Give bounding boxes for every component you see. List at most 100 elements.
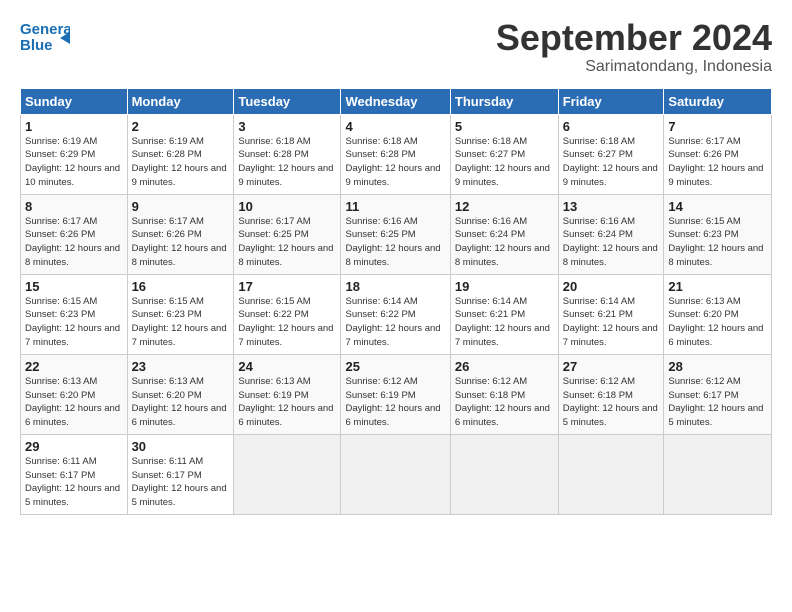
day-number: 4 xyxy=(345,119,445,134)
logo: General Blue xyxy=(20,18,70,60)
day-number: 11 xyxy=(345,199,445,214)
table-row: 30 Sunrise: 6:11 AMSunset: 6:17 PMDaylig… xyxy=(127,434,234,514)
day-info: Sunrise: 6:12 AMSunset: 6:19 PMDaylight:… xyxy=(345,376,440,428)
table-row: 22 Sunrise: 6:13 AMSunset: 6:20 PMDaylig… xyxy=(21,354,128,434)
day-info: Sunrise: 6:13 AMSunset: 6:20 PMDaylight:… xyxy=(25,376,120,428)
day-info: Sunrise: 6:12 AMSunset: 6:18 PMDaylight:… xyxy=(563,376,658,428)
day-info: Sunrise: 6:19 AMSunset: 6:29 PMDaylight:… xyxy=(25,136,120,188)
location-title: Sarimatondang, Indonesia xyxy=(496,58,772,76)
day-info: Sunrise: 6:18 AMSunset: 6:27 PMDaylight:… xyxy=(455,136,550,188)
calendar-row: 1 Sunrise: 6:19 AMSunset: 6:29 PMDayligh… xyxy=(21,114,772,194)
col-wednesday: Wednesday xyxy=(341,88,450,114)
table-row: 13 Sunrise: 6:16 AMSunset: 6:24 PMDaylig… xyxy=(558,194,664,274)
day-number: 13 xyxy=(563,199,660,214)
day-number: 20 xyxy=(563,279,660,294)
table-row: 3 Sunrise: 6:18 AMSunset: 6:28 PMDayligh… xyxy=(234,114,341,194)
day-info: Sunrise: 6:15 AMSunset: 6:23 PMDaylight:… xyxy=(668,216,763,268)
col-monday: Monday xyxy=(127,88,234,114)
table-row: 6 Sunrise: 6:18 AMSunset: 6:27 PMDayligh… xyxy=(558,114,664,194)
header: General Blue September 2024 Sarimatondan… xyxy=(20,18,772,76)
table-row: 26 Sunrise: 6:12 AMSunset: 6:18 PMDaylig… xyxy=(450,354,558,434)
table-row: 21 Sunrise: 6:13 AMSunset: 6:20 PMDaylig… xyxy=(664,274,772,354)
day-number: 10 xyxy=(238,199,336,214)
table-row: 25 Sunrise: 6:12 AMSunset: 6:19 PMDaylig… xyxy=(341,354,450,434)
table-row: 5 Sunrise: 6:18 AMSunset: 6:27 PMDayligh… xyxy=(450,114,558,194)
table-row: 10 Sunrise: 6:17 AMSunset: 6:25 PMDaylig… xyxy=(234,194,341,274)
day-number: 25 xyxy=(345,359,445,374)
table-row xyxy=(664,434,772,514)
table-row: 20 Sunrise: 6:14 AMSunset: 6:21 PMDaylig… xyxy=(558,274,664,354)
table-row xyxy=(558,434,664,514)
day-number: 19 xyxy=(455,279,554,294)
calendar-table: Sunday Monday Tuesday Wednesday Thursday… xyxy=(20,88,772,515)
svg-text:Blue: Blue xyxy=(20,37,53,54)
calendar-row: 22 Sunrise: 6:13 AMSunset: 6:20 PMDaylig… xyxy=(21,354,772,434)
day-info: Sunrise: 6:12 AMSunset: 6:18 PMDaylight:… xyxy=(455,376,550,428)
day-info: Sunrise: 6:15 AMSunset: 6:23 PMDaylight:… xyxy=(25,296,120,348)
col-tuesday: Tuesday xyxy=(234,88,341,114)
day-info: Sunrise: 6:17 AMSunset: 6:26 PMDaylight:… xyxy=(25,216,120,268)
title-block: September 2024 Sarimatondang, Indonesia xyxy=(496,18,772,76)
day-info: Sunrise: 6:13 AMSunset: 6:20 PMDaylight:… xyxy=(668,296,763,348)
table-row: 15 Sunrise: 6:15 AMSunset: 6:23 PMDaylig… xyxy=(21,274,128,354)
day-info: Sunrise: 6:13 AMSunset: 6:19 PMDaylight:… xyxy=(238,376,333,428)
day-number: 2 xyxy=(132,119,230,134)
day-number: 22 xyxy=(25,359,123,374)
table-row: 19 Sunrise: 6:14 AMSunset: 6:21 PMDaylig… xyxy=(450,274,558,354)
day-info: Sunrise: 6:16 AMSunset: 6:24 PMDaylight:… xyxy=(563,216,658,268)
table-row: 24 Sunrise: 6:13 AMSunset: 6:19 PMDaylig… xyxy=(234,354,341,434)
day-info: Sunrise: 6:15 AMSunset: 6:22 PMDaylight:… xyxy=(238,296,333,348)
day-info: Sunrise: 6:11 AMSunset: 6:17 PMDaylight:… xyxy=(132,456,227,508)
table-row: 12 Sunrise: 6:16 AMSunset: 6:24 PMDaylig… xyxy=(450,194,558,274)
day-number: 15 xyxy=(25,279,123,294)
calendar-body: 1 Sunrise: 6:19 AMSunset: 6:29 PMDayligh… xyxy=(21,114,772,514)
day-number: 18 xyxy=(345,279,445,294)
table-row: 7 Sunrise: 6:17 AMSunset: 6:26 PMDayligh… xyxy=(664,114,772,194)
day-number: 12 xyxy=(455,199,554,214)
col-saturday: Saturday xyxy=(664,88,772,114)
day-number: 6 xyxy=(563,119,660,134)
day-number: 9 xyxy=(132,199,230,214)
table-row xyxy=(234,434,341,514)
table-row: 4 Sunrise: 6:18 AMSunset: 6:28 PMDayligh… xyxy=(341,114,450,194)
month-title: September 2024 xyxy=(496,18,772,58)
day-number: 3 xyxy=(238,119,336,134)
table-row: 11 Sunrise: 6:16 AMSunset: 6:25 PMDaylig… xyxy=(341,194,450,274)
day-info: Sunrise: 6:14 AMSunset: 6:22 PMDaylight:… xyxy=(345,296,440,348)
day-number: 8 xyxy=(25,199,123,214)
table-row: 16 Sunrise: 6:15 AMSunset: 6:23 PMDaylig… xyxy=(127,274,234,354)
day-number: 14 xyxy=(668,199,767,214)
day-info: Sunrise: 6:19 AMSunset: 6:28 PMDaylight:… xyxy=(132,136,227,188)
day-info: Sunrise: 6:14 AMSunset: 6:21 PMDaylight:… xyxy=(563,296,658,348)
day-number: 24 xyxy=(238,359,336,374)
page: General Blue September 2024 Sarimatondan… xyxy=(0,0,792,612)
table-row: 23 Sunrise: 6:13 AMSunset: 6:20 PMDaylig… xyxy=(127,354,234,434)
day-info: Sunrise: 6:12 AMSunset: 6:17 PMDaylight:… xyxy=(668,376,763,428)
table-row: 27 Sunrise: 6:12 AMSunset: 6:18 PMDaylig… xyxy=(558,354,664,434)
day-number: 5 xyxy=(455,119,554,134)
day-number: 1 xyxy=(25,119,123,134)
table-row: 9 Sunrise: 6:17 AMSunset: 6:26 PMDayligh… xyxy=(127,194,234,274)
day-number: 21 xyxy=(668,279,767,294)
day-number: 29 xyxy=(25,439,123,454)
header-row: Sunday Monday Tuesday Wednesday Thursday… xyxy=(21,88,772,114)
day-info: Sunrise: 6:17 AMSunset: 6:25 PMDaylight:… xyxy=(238,216,333,268)
table-row: 28 Sunrise: 6:12 AMSunset: 6:17 PMDaylig… xyxy=(664,354,772,434)
table-row: 14 Sunrise: 6:15 AMSunset: 6:23 PMDaylig… xyxy=(664,194,772,274)
day-info: Sunrise: 6:16 AMSunset: 6:25 PMDaylight:… xyxy=(345,216,440,268)
day-number: 26 xyxy=(455,359,554,374)
calendar-row: 29 Sunrise: 6:11 AMSunset: 6:17 PMDaylig… xyxy=(21,434,772,514)
day-number: 17 xyxy=(238,279,336,294)
day-info: Sunrise: 6:13 AMSunset: 6:20 PMDaylight:… xyxy=(132,376,227,428)
table-row: 29 Sunrise: 6:11 AMSunset: 6:17 PMDaylig… xyxy=(21,434,128,514)
day-info: Sunrise: 6:18 AMSunset: 6:28 PMDaylight:… xyxy=(238,136,333,188)
day-number: 23 xyxy=(132,359,230,374)
table-row xyxy=(450,434,558,514)
calendar-row: 15 Sunrise: 6:15 AMSunset: 6:23 PMDaylig… xyxy=(21,274,772,354)
day-info: Sunrise: 6:16 AMSunset: 6:24 PMDaylight:… xyxy=(455,216,550,268)
table-row: 2 Sunrise: 6:19 AMSunset: 6:28 PMDayligh… xyxy=(127,114,234,194)
table-row: 17 Sunrise: 6:15 AMSunset: 6:22 PMDaylig… xyxy=(234,274,341,354)
col-thursday: Thursday xyxy=(450,88,558,114)
day-info: Sunrise: 6:18 AMSunset: 6:27 PMDaylight:… xyxy=(563,136,658,188)
day-number: 27 xyxy=(563,359,660,374)
